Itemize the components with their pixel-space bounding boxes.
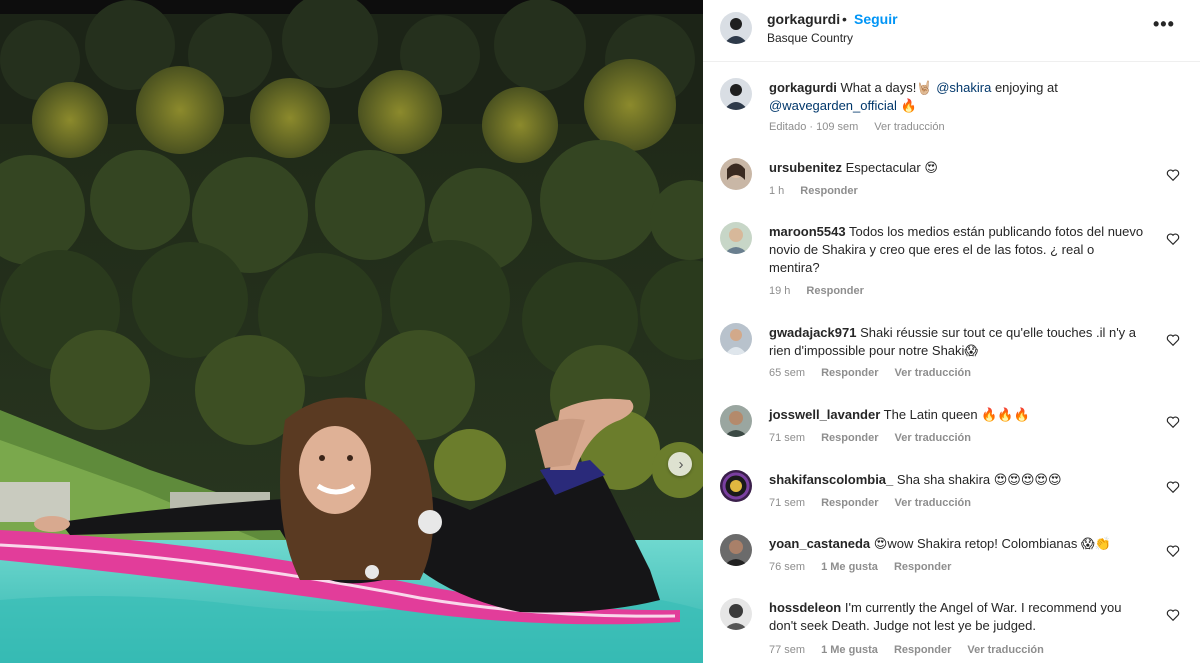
comment-time: 65 sem	[769, 367, 806, 379]
avatar[interactable]	[720, 405, 752, 437]
comment-time: 71 sem	[769, 497, 806, 509]
avatar[interactable]	[720, 158, 752, 190]
caption-text: gorkagurdi What a days!🤘🏼 @shakira enjoy…	[769, 79, 1144, 115]
post-side-panel: gorkagurdi • Seguir Basque Country ••• g…	[703, 0, 1200, 663]
follow-button[interactable]: Seguir	[854, 11, 898, 27]
caption-username[interactable]: gorkagurdi	[769, 80, 837, 95]
heart-icon[interactable]	[1166, 232, 1180, 246]
caption-body: What a days!	[840, 80, 917, 95]
avatar[interactable]	[720, 78, 752, 110]
comment-meta: 71 sem Responder Ver traducción	[769, 497, 971, 509]
likes-count[interactable]: 1 Me gusta	[821, 561, 878, 573]
comment-meta: 65 sem Responder Ver traducción	[769, 367, 971, 379]
comment-body: Espectacular 😍	[845, 160, 938, 175]
comment-username[interactable]: shakifanscolombia_	[769, 472, 893, 487]
comment-body: The Latin queen 🔥🔥🔥	[883, 407, 1030, 422]
comment-time: 76 sem	[769, 561, 806, 573]
comment-username[interactable]: yoan_castaneda	[769, 536, 870, 551]
rock-hand-emoji: 🤘🏼	[916, 80, 933, 95]
reply-link[interactable]: Responder	[821, 432, 878, 444]
chevron-right-icon: ›	[678, 455, 684, 473]
separator-dot: •	[842, 11, 847, 27]
edited-time: Editado · 109 sem	[769, 121, 859, 133]
comment-username[interactable]: ursubenitez	[769, 160, 842, 175]
comment-text: hossdeleon I'm currently the Angel of Wa…	[769, 599, 1144, 635]
likes-count[interactable]: 1 Me gusta	[821, 644, 878, 656]
see-translation-link[interactable]: Ver traducción	[895, 497, 971, 509]
comment-username[interactable]: josswell_lavander	[769, 407, 880, 422]
heart-icon[interactable]	[1166, 333, 1180, 347]
see-translation-link[interactable]: Ver traducción	[895, 432, 971, 444]
heart-icon[interactable]	[1166, 480, 1180, 494]
heart-icon[interactable]	[1166, 544, 1180, 558]
avatar[interactable]	[720, 470, 752, 502]
comment-meta: 77 sem 1 Me gusta Responder Ver traducci…	[769, 644, 1044, 656]
comment-text: josswell_lavander The Latin queen 🔥🔥🔥	[769, 406, 1144, 424]
fire-emoji: 🔥	[900, 98, 917, 113]
comment-meta: 1 h Responder	[769, 185, 858, 197]
post-author-username[interactable]: gorkagurdi	[767, 11, 840, 27]
comment-time: 19 h	[769, 285, 791, 297]
caption-body: enjoying at	[994, 80, 1058, 95]
see-translation-link[interactable]: Ver traducción	[967, 644, 1043, 656]
reply-link[interactable]: Responder	[800, 185, 857, 197]
post-location[interactable]: Basque Country	[767, 31, 853, 45]
heart-icon[interactable]	[1166, 168, 1180, 182]
comment-text: shakifanscolombia_ Sha sha shakira 😍😍😍😍😍	[769, 471, 1144, 489]
comment-meta: 71 sem Responder Ver traducción	[769, 432, 971, 444]
next-photo-button[interactable]: ›	[668, 452, 692, 476]
post-header: gorkagurdi • Seguir Basque Country •••	[703, 0, 1200, 62]
comment-text: ursubenitez Espectacular 😍	[769, 159, 1144, 177]
mention-link[interactable]: @wavegarden_official	[769, 98, 897, 113]
comment-text: gwadajack971 Shaki réussie sur tout ce q…	[769, 324, 1144, 360]
comment-body: Sha sha shakira 😍😍😍😍😍	[896, 472, 1062, 487]
post-caption: gorkagurdi What a days!🤘🏼 @shakira enjoy…	[703, 78, 1200, 138]
post-photo[interactable]: ›	[0, 0, 703, 663]
comment-text: yoan_castaneda 😍wow Shakira retop! Colom…	[769, 535, 1144, 553]
reply-link[interactable]: Responder	[806, 285, 863, 297]
comment-meta: 19 h Responder	[769, 285, 864, 297]
heart-icon[interactable]	[1166, 415, 1180, 429]
reply-link[interactable]: Responder	[894, 561, 951, 573]
avatar[interactable]	[720, 323, 752, 355]
reply-link[interactable]: Responder	[821, 497, 878, 509]
mention-link[interactable]: @shakira	[936, 80, 991, 95]
see-translation-link[interactable]: Ver traducción	[895, 367, 971, 379]
surf-photo-image	[0, 0, 703, 663]
caption-meta: Editado · 109 sem Ver traducción	[769, 121, 945, 133]
reply-link[interactable]: Responder	[821, 367, 878, 379]
more-options-icon[interactable]: •••	[1153, 14, 1175, 35]
reply-link[interactable]: Responder	[894, 644, 951, 656]
comment-time: 1 h	[769, 185, 785, 197]
avatar[interactable]	[720, 12, 752, 44]
comment-time: 71 sem	[769, 432, 806, 444]
comment-text: maroon5543 Todos los medios están public…	[769, 223, 1144, 277]
heart-icon[interactable]	[1166, 608, 1180, 622]
comment-username[interactable]: hossdeleon	[769, 600, 841, 615]
see-translation-link[interactable]: Ver traducción	[874, 121, 944, 133]
avatar[interactable]	[720, 598, 752, 630]
comment-username[interactable]: maroon5543	[769, 224, 846, 239]
avatar[interactable]	[720, 222, 752, 254]
comment-time: 77 sem	[769, 644, 806, 656]
comment-username[interactable]: gwadajack971	[769, 325, 856, 340]
comment-body: 😍wow Shakira retop! Colombianas 😱👏	[873, 536, 1111, 551]
comment-meta: 76 sem 1 Me gusta Responder	[769, 561, 951, 573]
avatar[interactable]	[720, 534, 752, 566]
